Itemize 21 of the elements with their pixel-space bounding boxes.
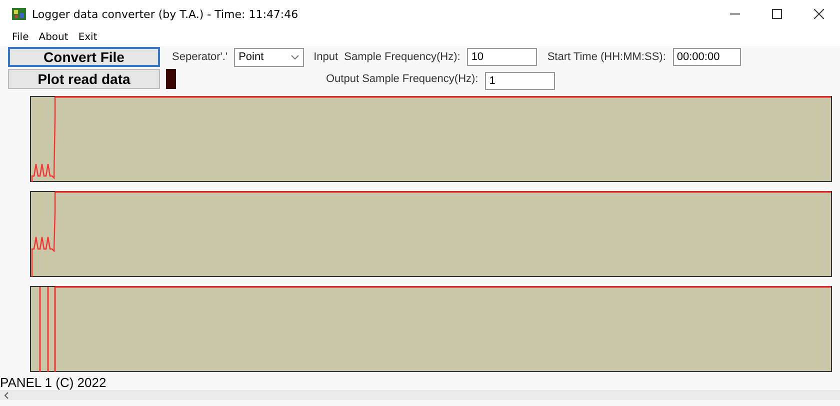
- window-title: Logger data converter (by T.A.) - Time: 11:47:46: [32, 8, 298, 20]
- input-frequency-field[interactable]: 10: [467, 48, 538, 66]
- scroll-left-icon[interactable]: [4, 392, 9, 398]
- close-icon[interactable]: [814, 9, 824, 19]
- convert-file-button[interactable]: Convert File: [8, 47, 160, 67]
- maximize-icon[interactable]: [772, 9, 782, 19]
- color-swatch: [166, 69, 176, 89]
- plot-read-data-button[interactable]: Plot read data: [8, 69, 160, 89]
- status-text: PANEL 1 (C) 2022: [0, 374, 108, 390]
- start-time-label: Start Time (HH:MM:SS):: [547, 51, 666, 63]
- menu-item[interactable]: Exit: [78, 32, 98, 42]
- caret-icon: [290, 54, 299, 60]
- separator-label: Seperator'.': [172, 51, 228, 63]
- start-time-field[interactable]: 00:00:00: [672, 48, 741, 66]
- menu-item[interactable]: About: [38, 32, 68, 42]
- output-frequency-label: Output Sample Frequency(Hz):: [326, 73, 478, 85]
- output-frequency-field[interactable]: 1: [485, 72, 556, 90]
- separator-dropdown[interactable]: Point: [234, 48, 304, 66]
- app-icon: [12, 8, 26, 20]
- input-frequency-label: Input Sample Frequency(Hz):: [314, 51, 460, 63]
- menu-item[interactable]: File: [12, 32, 29, 42]
